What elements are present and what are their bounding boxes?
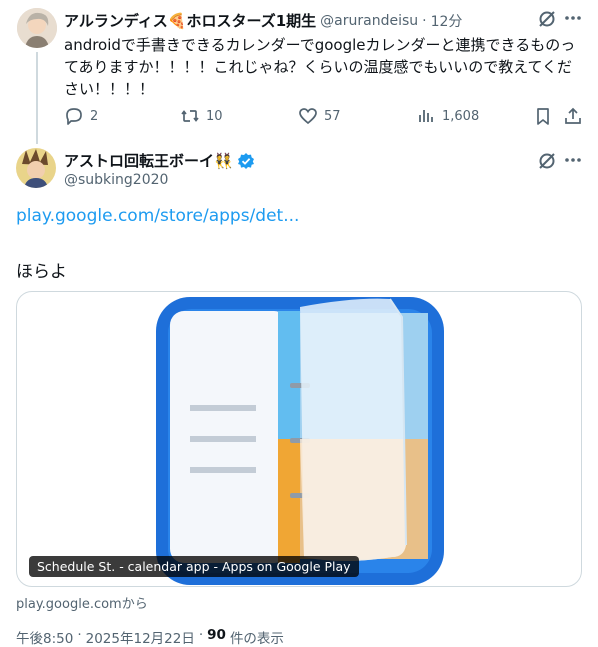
retweet-icon <box>181 110 199 122</box>
author-handle[interactable]: @subking2020 <box>64 172 168 188</box>
views-label: 件の表示 <box>229 631 284 647</box>
retweet-count: 10 <box>206 108 223 124</box>
grok-icon[interactable] <box>536 150 558 172</box>
separator-dot: · <box>198 627 204 643</box>
author-name[interactable]: アルランディス🍕ホロスターズ1期生 <box>64 10 316 31</box>
thread-line <box>36 52 38 144</box>
reply-button[interactable]: 2 <box>64 106 98 126</box>
author-name[interactable]: アストロ回転王ボーイ👯 <box>64 150 233 171</box>
views-count: 90 <box>207 627 226 643</box>
views-button[interactable]: 1,608 <box>416 106 479 126</box>
link-card[interactable]: Schedule St. - calendar app - Apps on Go… <box>16 291 582 587</box>
card-source[interactable]: play.google.comから <box>16 593 148 612</box>
grok-icon[interactable] <box>536 8 558 30</box>
retweet-button[interactable]: 10 <box>180 106 223 126</box>
tweet-link[interactable]: play.google.com/store/apps/det... <box>16 206 299 226</box>
app-icon <box>156 297 444 585</box>
card-caption: Schedule St. - calendar app - Apps on Go… <box>29 556 359 577</box>
tweet-text: androidで手書きできるカレンダーでgoogleカレンダーと連携できるものっ… <box>64 36 576 98</box>
heart-icon <box>299 108 317 125</box>
tweet-timestamp[interactable]: 午後8:50 <box>16 627 73 647</box>
verified-badge-icon <box>237 152 255 170</box>
avatar-subking2020[interactable] <box>16 148 56 188</box>
bookmark-icon[interactable] <box>533 106 553 126</box>
more-icon[interactable] <box>563 8 583 28</box>
reply-icon <box>66 108 82 125</box>
separator-dot: · <box>422 12 427 29</box>
like-count: 57 <box>324 108 341 124</box>
share-icon[interactable] <box>563 106 583 126</box>
analytics-icon <box>419 110 433 122</box>
tweet-time[interactable]: 12分 <box>431 11 463 31</box>
like-button[interactable]: 57 <box>298 106 341 126</box>
separator-dot: · <box>77 627 82 643</box>
tweet-date[interactable]: 2025年12月22日 <box>86 627 195 647</box>
reply-count: 2 <box>90 108 99 124</box>
avatar-arurandeisu[interactable] <box>17 8 57 48</box>
tweet-text: ほらよ <box>16 262 67 282</box>
author-handle[interactable]: @arurandeisu <box>320 13 418 29</box>
more-icon[interactable] <box>563 150 583 170</box>
views-count: 1,608 <box>442 108 480 124</box>
